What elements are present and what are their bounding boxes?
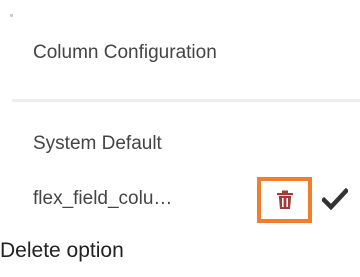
check-icon xyxy=(322,188,348,210)
column-configuration-panel: Column Configuration System Default flex… xyxy=(0,0,360,277)
trash-icon xyxy=(276,190,293,209)
panel-title: Column Configuration xyxy=(33,42,217,63)
option-system-default[interactable]: System Default xyxy=(33,133,162,155)
divider xyxy=(12,99,360,102)
caption-text: Delete option xyxy=(0,239,124,262)
option-flex-field-column[interactable]: flex_field_colu… xyxy=(33,188,243,210)
delete-option-button[interactable] xyxy=(257,177,312,223)
scroll-indicator xyxy=(10,14,13,17)
